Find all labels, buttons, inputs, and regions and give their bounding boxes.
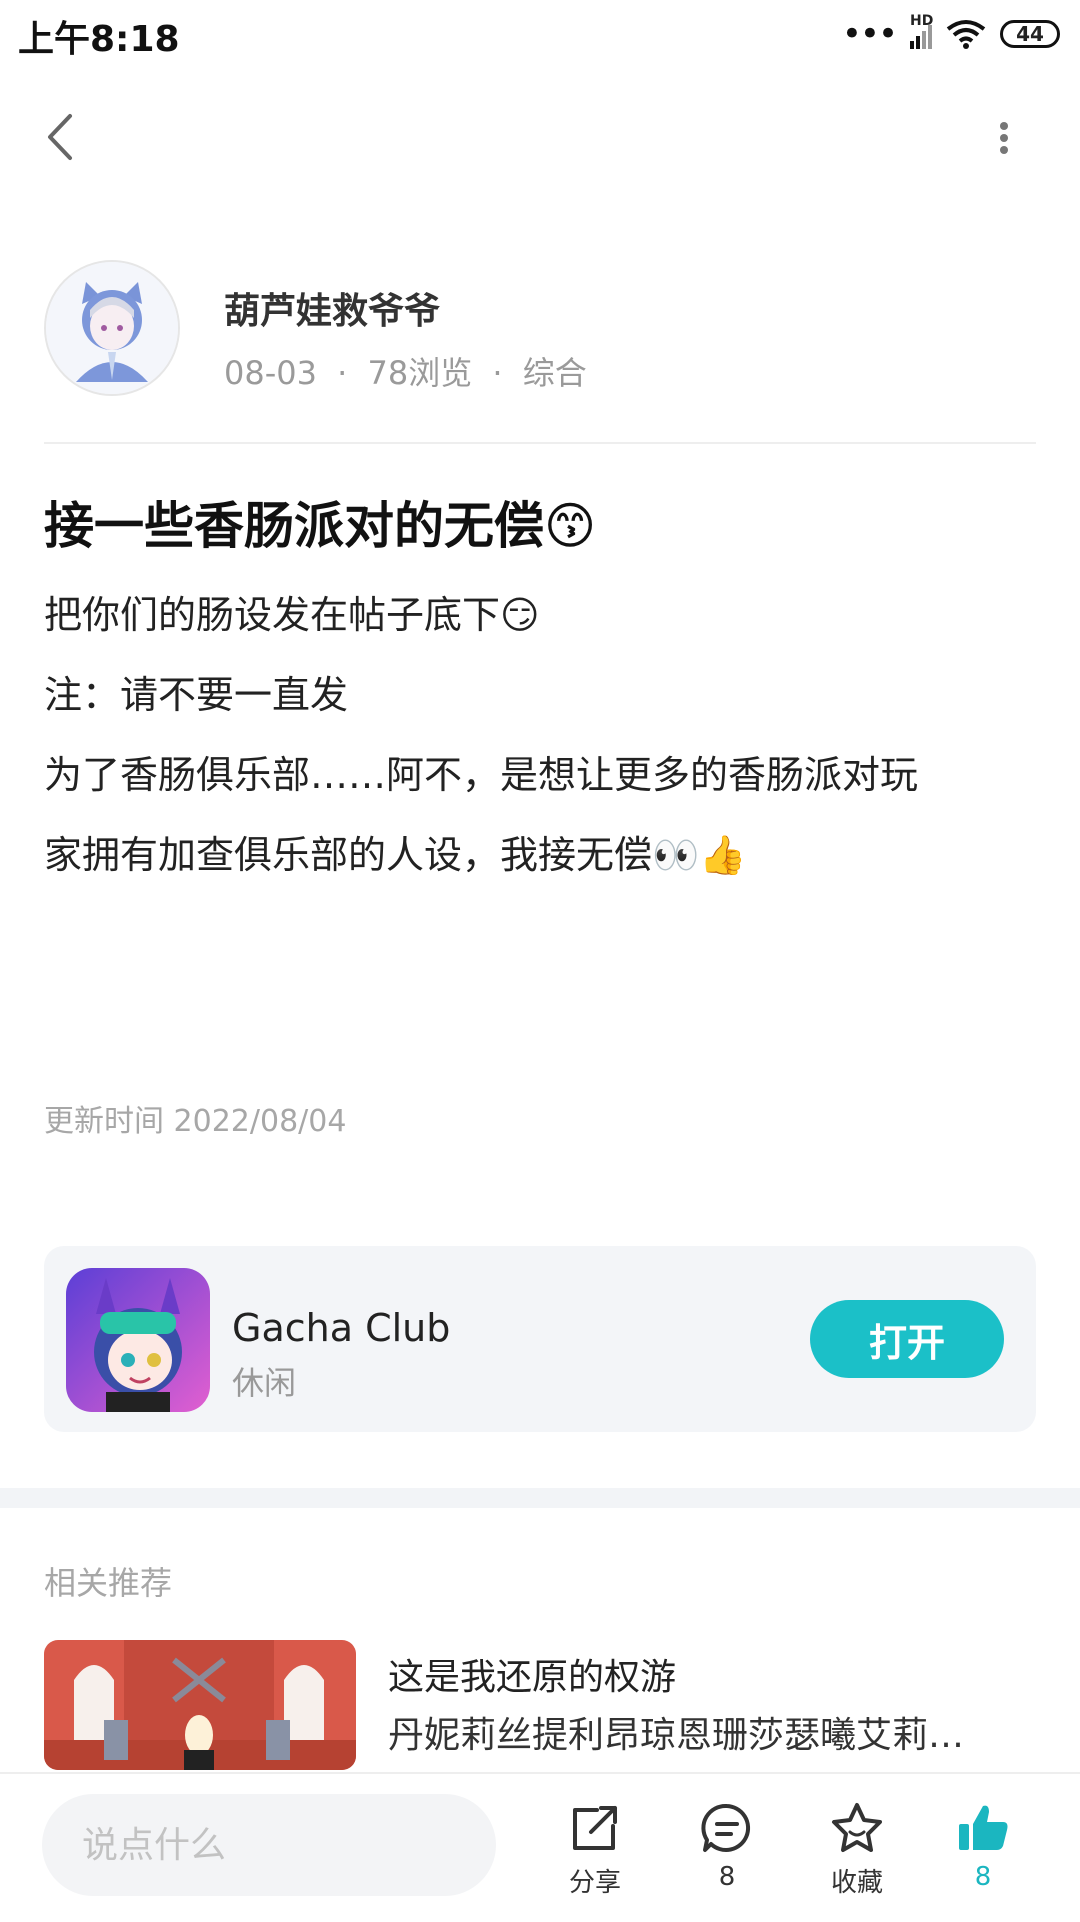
avatar[interactable] — [44, 260, 180, 396]
status-time: 上午8:18 — [18, 19, 180, 60]
like-button[interactable]: 8 — [928, 1800, 1038, 1910]
post-date: 08-03 — [224, 354, 317, 392]
back-icon[interactable] — [40, 112, 80, 162]
comment-count: 8 — [718, 1862, 736, 1892]
comment-button[interactable]: 8 — [672, 1800, 782, 1910]
comment-icon — [701, 1803, 751, 1852]
post-body-line: 把你们的肠设发在帖子底下😏 — [44, 593, 540, 637]
open-app-button[interactable]: 打开 — [810, 1300, 1004, 1378]
meta-separator: · — [337, 354, 348, 392]
author-name[interactable]: 葫芦娃救爷爷 — [224, 282, 440, 334]
view-count: 78浏览 — [367, 354, 473, 392]
status-icons: ••• HD 44 — [841, 13, 1060, 54]
related-heading: 相关推荐 — [44, 1564, 173, 1602]
share-icon — [573, 1806, 617, 1850]
favorite-button[interactable]: 收藏 — [802, 1800, 912, 1910]
update-time: 更新时间 2022/08/04 — [44, 1104, 347, 1139]
app-icon[interactable] — [66, 1268, 210, 1412]
comment-input[interactable] — [42, 1794, 496, 1896]
divider — [44, 442, 1036, 444]
post-title: 接一些香肠派对的无偿😙 — [44, 497, 597, 555]
section-separator — [0, 1488, 1080, 1508]
post-body-line: 注：请不要一直发 — [44, 673, 349, 717]
app-category: 休闲 — [232, 1364, 297, 1402]
related-subtitle[interactable]: 丹妮莉丝提利昂琼恩珊莎瑟曦艾莉… — [388, 1706, 1028, 1758]
share-button[interactable]: 分享 — [540, 1800, 650, 1910]
favorite-label: 收藏 — [830, 1868, 883, 1898]
meta-separator: · — [492, 354, 503, 392]
wifi-icon — [946, 20, 986, 49]
app-name: Gacha Club — [232, 1306, 451, 1350]
post-body-line: 家拥有加查俱乐部的人设，我接无偿👀👍 — [44, 833, 747, 877]
like-count: 8 — [974, 1862, 992, 1892]
avatar-image — [46, 262, 178, 394]
battery-icon: 44 — [1000, 20, 1060, 48]
star-icon — [832, 1803, 882, 1852]
share-label: 分享 — [568, 1868, 621, 1898]
more-notifications-icon: ••• — [841, 14, 898, 54]
thumbs-up-icon — [959, 1805, 1008, 1850]
related-thumbnail[interactable] — [44, 1640, 356, 1770]
more-options-icon[interactable] — [994, 120, 1014, 170]
post-meta: 08-03 · 78浏览 · 综合 — [224, 348, 587, 394]
gacha-club-icon — [66, 1268, 210, 1412]
related-title[interactable]: 这是我还原的权游 — [388, 1648, 676, 1700]
related-thumbnail-image — [44, 1640, 356, 1770]
post-body-line: 为了香肠俱乐部……阿不，是想让更多的香肠派对玩 — [44, 753, 919, 797]
signal-icon: HD — [910, 13, 933, 49]
post-category: 综合 — [522, 354, 587, 392]
